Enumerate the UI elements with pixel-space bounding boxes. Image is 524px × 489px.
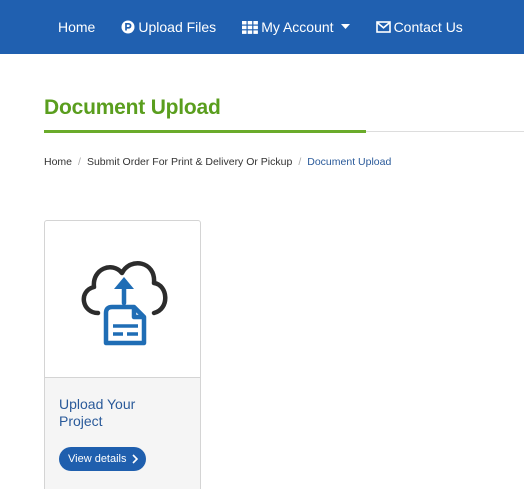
nav-contact-us-label: Contact Us [393, 19, 463, 35]
cloud-upload-document-icon [68, 247, 178, 352]
nav-home[interactable]: Home [58, 19, 95, 35]
nav-upload-files[interactable]: Upload Files [121, 19, 216, 35]
breadcrumb-home[interactable]: Home [44, 156, 72, 168]
breadcrumb-current: Document Upload [307, 156, 392, 168]
breadcrumb-separator: / [78, 156, 81, 168]
grid-icon [242, 20, 259, 34]
breadcrumb-submit-order[interactable]: Submit Order For Print & Delivery Or Pic… [87, 156, 292, 168]
chevron-right-icon [131, 454, 138, 464]
page-title: Document Upload [44, 96, 221, 119]
nav-my-account-label: My Account [261, 19, 334, 35]
card-body: Upload Your Project View details [45, 378, 200, 489]
nav-my-account[interactable]: My Account [242, 19, 350, 35]
upload-project-card: Upload Your Project View details [44, 220, 201, 489]
breadcrumb-separator: / [298, 156, 302, 168]
nav-contact-us[interactable]: Contact Us [375, 19, 463, 35]
caret-down-icon [340, 24, 350, 30]
card-image[interactable] [45, 221, 200, 378]
view-details-button[interactable]: View details [59, 447, 146, 471]
title-underline-accent [44, 130, 366, 133]
breadcrumb: Home / Submit Order For Print & Delivery… [44, 156, 391, 168]
card-title[interactable]: Upload Your Project [59, 396, 169, 430]
top-navbar: Home Upload Files My Account Contact Us [0, 0, 524, 54]
envelope-icon [375, 21, 391, 33]
nav-home-label: Home [58, 19, 96, 35]
view-details-label: View details [68, 453, 127, 465]
upload-circle-icon [121, 20, 135, 34]
nav-upload-files-label: Upload Files [138, 19, 217, 35]
